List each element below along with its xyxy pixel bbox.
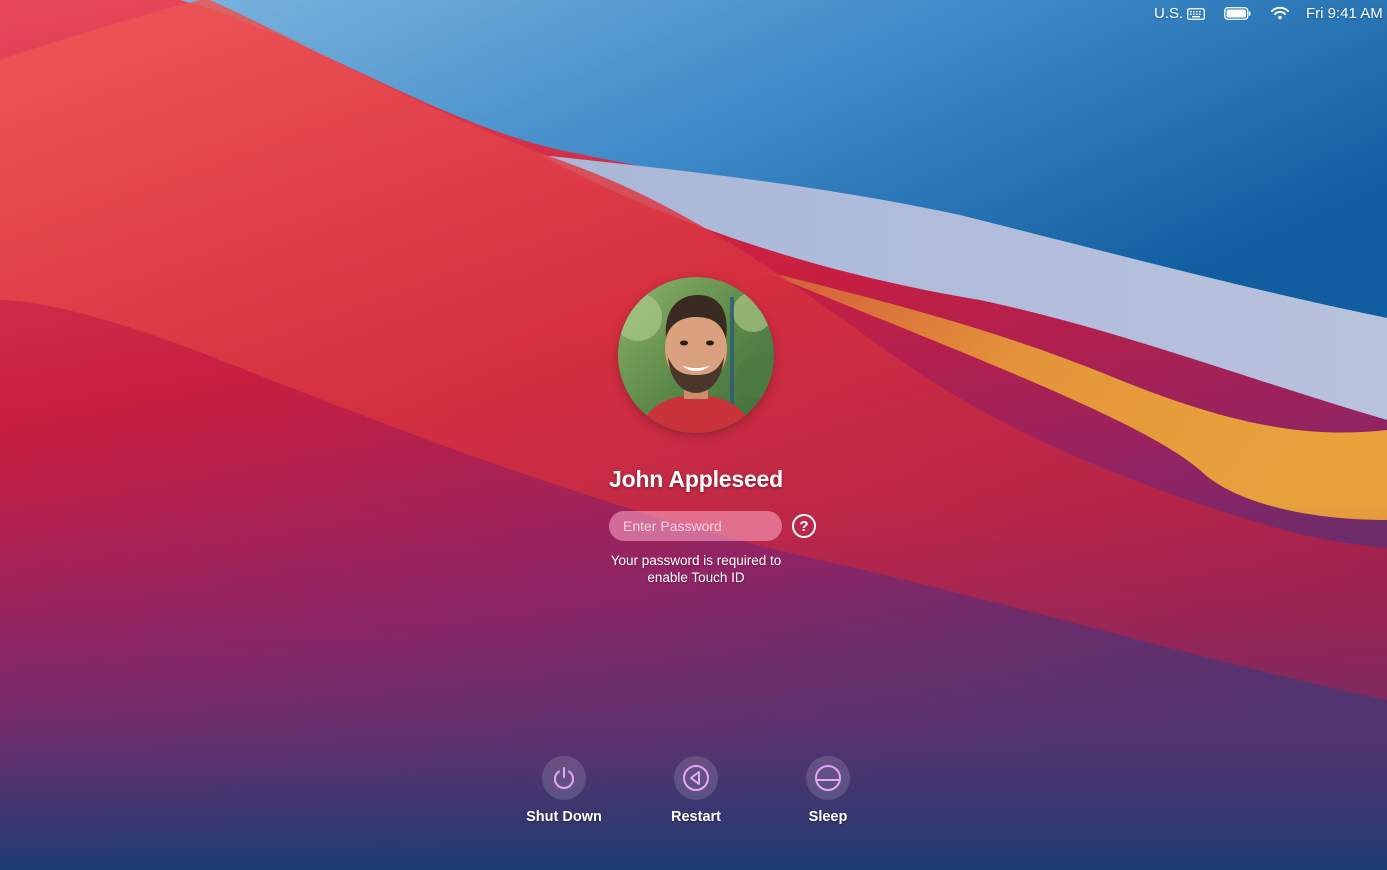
shut-down-label: Shut Down [526, 809, 602, 825]
power-icon [542, 756, 586, 800]
user-avatar[interactable] [618, 277, 774, 433]
keyboard-layout-label: U.S. [1154, 5, 1184, 22]
battery-icon[interactable] [1224, 7, 1251, 20]
password-hint-button[interactable]: ? [792, 514, 816, 538]
restart-icon [674, 756, 718, 800]
keyboard-layout-menu[interactable]: U.S. [1154, 5, 1206, 23]
keyboard-icon [1187, 8, 1206, 20]
user-name: John Appleseed [609, 466, 783, 492]
restart-button[interactable]: Restart [636, 756, 756, 825]
touch-id-hint-line-2: enable Touch ID [647, 570, 745, 585]
wifi-icon[interactable] [1271, 6, 1289, 20]
user-avatar-photo [618, 277, 774, 433]
touch-id-hint: Your password is required to enable Touc… [571, 552, 821, 586]
sleep-icon [806, 756, 850, 800]
sleep-label: Sleep [808, 809, 848, 825]
sleep-button[interactable]: Sleep [768, 756, 888, 825]
wallpaper [0, 0, 1387, 870]
restart-label: Restart [671, 809, 721, 825]
touch-id-hint-line-1: Your password is required to [610, 553, 782, 568]
help-icon: ? [799, 517, 809, 535]
password-input[interactable] [609, 511, 782, 541]
menubar-clock[interactable]: Fri 9:41 AM [1306, 5, 1383, 23]
shut-down-button[interactable]: Shut Down [504, 756, 624, 825]
